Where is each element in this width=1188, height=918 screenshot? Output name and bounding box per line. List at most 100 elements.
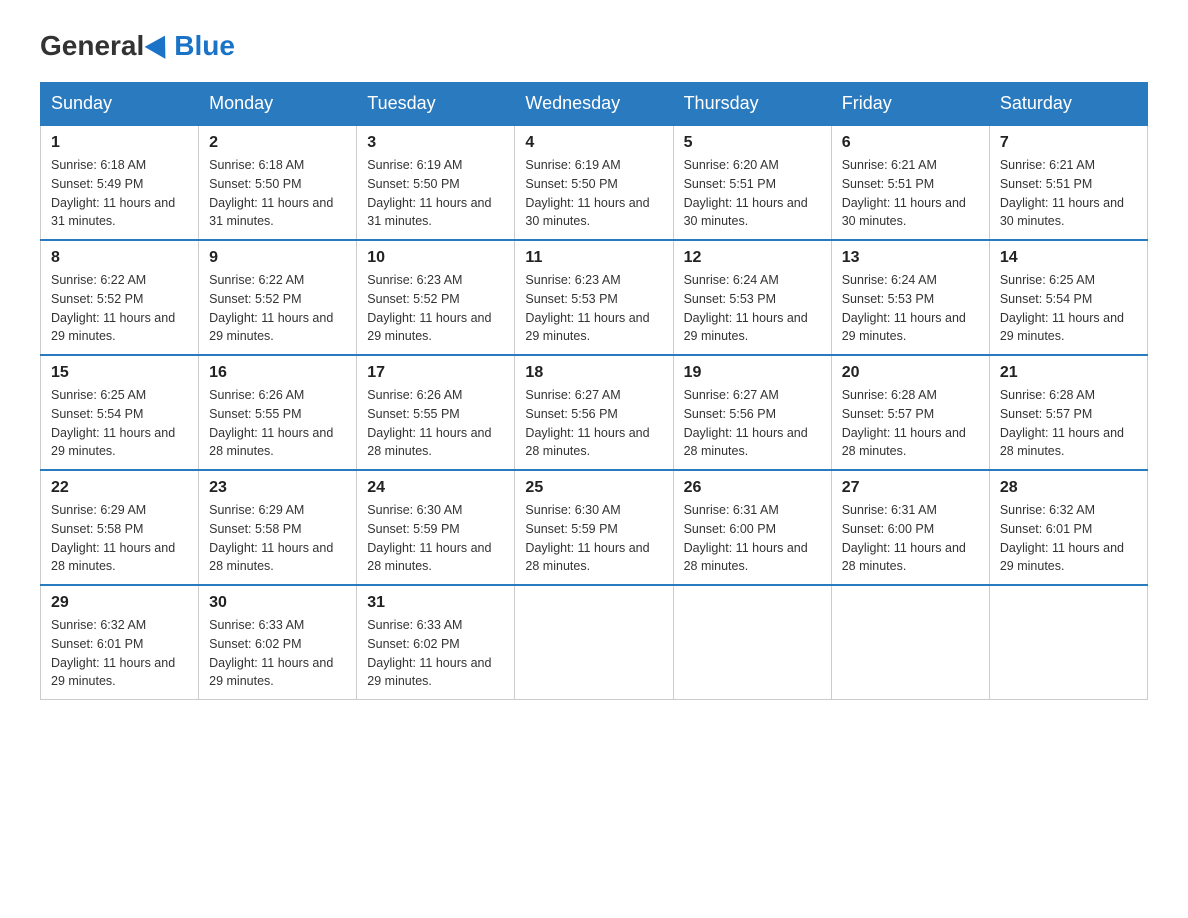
day-info: Sunrise: 6:31 AM Sunset: 6:00 PM Dayligh… bbox=[842, 501, 979, 576]
day-number: 31 bbox=[367, 594, 504, 612]
day-number: 21 bbox=[1000, 364, 1137, 382]
calendar-cell bbox=[515, 585, 673, 700]
day-number: 26 bbox=[684, 479, 821, 497]
day-number: 7 bbox=[1000, 134, 1137, 152]
day-number: 4 bbox=[525, 134, 662, 152]
day-info: Sunrise: 6:25 AM Sunset: 5:54 PM Dayligh… bbox=[51, 386, 188, 461]
day-number: 24 bbox=[367, 479, 504, 497]
calendar-cell: 3 Sunrise: 6:19 AM Sunset: 5:50 PM Dayli… bbox=[357, 125, 515, 240]
day-number: 18 bbox=[525, 364, 662, 382]
day-info: Sunrise: 6:22 AM Sunset: 5:52 PM Dayligh… bbox=[51, 271, 188, 346]
calendar-cell: 11 Sunrise: 6:23 AM Sunset: 5:53 PM Dayl… bbox=[515, 240, 673, 355]
calendar-cell: 1 Sunrise: 6:18 AM Sunset: 5:49 PM Dayli… bbox=[41, 125, 199, 240]
day-info: Sunrise: 6:33 AM Sunset: 6:02 PM Dayligh… bbox=[209, 616, 346, 691]
day-info: Sunrise: 6:24 AM Sunset: 5:53 PM Dayligh… bbox=[842, 271, 979, 346]
calendar-cell bbox=[831, 585, 989, 700]
day-info: Sunrise: 6:23 AM Sunset: 5:53 PM Dayligh… bbox=[525, 271, 662, 346]
weekday-header-wednesday: Wednesday bbox=[515, 83, 673, 126]
day-number: 25 bbox=[525, 479, 662, 497]
page-header: General Blue bbox=[40, 30, 1148, 62]
day-info: Sunrise: 6:22 AM Sunset: 5:52 PM Dayligh… bbox=[209, 271, 346, 346]
day-number: 14 bbox=[1000, 249, 1137, 267]
day-info: Sunrise: 6:18 AM Sunset: 5:49 PM Dayligh… bbox=[51, 156, 188, 231]
day-number: 19 bbox=[684, 364, 821, 382]
calendar-cell: 24 Sunrise: 6:30 AM Sunset: 5:59 PM Dayl… bbox=[357, 470, 515, 585]
logo-triangle-icon bbox=[145, 30, 176, 59]
day-number: 27 bbox=[842, 479, 979, 497]
day-info: Sunrise: 6:26 AM Sunset: 5:55 PM Dayligh… bbox=[209, 386, 346, 461]
calendar-cell: 4 Sunrise: 6:19 AM Sunset: 5:50 PM Dayli… bbox=[515, 125, 673, 240]
calendar-cell: 17 Sunrise: 6:26 AM Sunset: 5:55 PM Dayl… bbox=[357, 355, 515, 470]
calendar-cell: 16 Sunrise: 6:26 AM Sunset: 5:55 PM Dayl… bbox=[199, 355, 357, 470]
calendar-cell: 9 Sunrise: 6:22 AM Sunset: 5:52 PM Dayli… bbox=[199, 240, 357, 355]
day-info: Sunrise: 6:32 AM Sunset: 6:01 PM Dayligh… bbox=[1000, 501, 1137, 576]
calendar-cell: 10 Sunrise: 6:23 AM Sunset: 5:52 PM Dayl… bbox=[357, 240, 515, 355]
day-info: Sunrise: 6:24 AM Sunset: 5:53 PM Dayligh… bbox=[684, 271, 821, 346]
weekday-header-monday: Monday bbox=[199, 83, 357, 126]
calendar-cell: 29 Sunrise: 6:32 AM Sunset: 6:01 PM Dayl… bbox=[41, 585, 199, 700]
calendar-cell: 12 Sunrise: 6:24 AM Sunset: 5:53 PM Dayl… bbox=[673, 240, 831, 355]
calendar-cell: 18 Sunrise: 6:27 AM Sunset: 5:56 PM Dayl… bbox=[515, 355, 673, 470]
calendar-cell: 6 Sunrise: 6:21 AM Sunset: 5:51 PM Dayli… bbox=[831, 125, 989, 240]
day-info: Sunrise: 6:25 AM Sunset: 5:54 PM Dayligh… bbox=[1000, 271, 1137, 346]
day-number: 3 bbox=[367, 134, 504, 152]
day-info: Sunrise: 6:19 AM Sunset: 5:50 PM Dayligh… bbox=[367, 156, 504, 231]
calendar-cell bbox=[673, 585, 831, 700]
day-info: Sunrise: 6:30 AM Sunset: 5:59 PM Dayligh… bbox=[525, 501, 662, 576]
calendar-cell: 21 Sunrise: 6:28 AM Sunset: 5:57 PM Dayl… bbox=[989, 355, 1147, 470]
day-info: Sunrise: 6:23 AM Sunset: 5:52 PM Dayligh… bbox=[367, 271, 504, 346]
day-number: 8 bbox=[51, 249, 188, 267]
day-info: Sunrise: 6:30 AM Sunset: 5:59 PM Dayligh… bbox=[367, 501, 504, 576]
calendar-cell: 28 Sunrise: 6:32 AM Sunset: 6:01 PM Dayl… bbox=[989, 470, 1147, 585]
calendar-cell: 2 Sunrise: 6:18 AM Sunset: 5:50 PM Dayli… bbox=[199, 125, 357, 240]
week-row-5: 29 Sunrise: 6:32 AM Sunset: 6:01 PM Dayl… bbox=[41, 585, 1148, 700]
calendar-cell: 7 Sunrise: 6:21 AM Sunset: 5:51 PM Dayli… bbox=[989, 125, 1147, 240]
calendar-cell: 13 Sunrise: 6:24 AM Sunset: 5:53 PM Dayl… bbox=[831, 240, 989, 355]
day-number: 1 bbox=[51, 134, 188, 152]
calendar-cell: 23 Sunrise: 6:29 AM Sunset: 5:58 PM Dayl… bbox=[199, 470, 357, 585]
day-number: 29 bbox=[51, 594, 188, 612]
day-info: Sunrise: 6:27 AM Sunset: 5:56 PM Dayligh… bbox=[684, 386, 821, 461]
calendar-cell: 25 Sunrise: 6:30 AM Sunset: 5:59 PM Dayl… bbox=[515, 470, 673, 585]
day-number: 12 bbox=[684, 249, 821, 267]
calendar-cell: 27 Sunrise: 6:31 AM Sunset: 6:00 PM Dayl… bbox=[831, 470, 989, 585]
calendar-cell: 5 Sunrise: 6:20 AM Sunset: 5:51 PM Dayli… bbox=[673, 125, 831, 240]
day-number: 5 bbox=[684, 134, 821, 152]
week-row-3: 15 Sunrise: 6:25 AM Sunset: 5:54 PM Dayl… bbox=[41, 355, 1148, 470]
day-info: Sunrise: 6:18 AM Sunset: 5:50 PM Dayligh… bbox=[209, 156, 346, 231]
day-info: Sunrise: 6:21 AM Sunset: 5:51 PM Dayligh… bbox=[1000, 156, 1137, 231]
day-info: Sunrise: 6:28 AM Sunset: 5:57 PM Dayligh… bbox=[1000, 386, 1137, 461]
day-number: 2 bbox=[209, 134, 346, 152]
day-number: 6 bbox=[842, 134, 979, 152]
day-info: Sunrise: 6:31 AM Sunset: 6:00 PM Dayligh… bbox=[684, 501, 821, 576]
day-info: Sunrise: 6:20 AM Sunset: 5:51 PM Dayligh… bbox=[684, 156, 821, 231]
weekday-header-saturday: Saturday bbox=[989, 83, 1147, 126]
calendar-cell: 14 Sunrise: 6:25 AM Sunset: 5:54 PM Dayl… bbox=[989, 240, 1147, 355]
weekday-header-friday: Friday bbox=[831, 83, 989, 126]
day-info: Sunrise: 6:28 AM Sunset: 5:57 PM Dayligh… bbox=[842, 386, 979, 461]
day-number: 30 bbox=[209, 594, 346, 612]
day-number: 15 bbox=[51, 364, 188, 382]
day-number: 11 bbox=[525, 249, 662, 267]
day-info: Sunrise: 6:21 AM Sunset: 5:51 PM Dayligh… bbox=[842, 156, 979, 231]
logo: General Blue bbox=[40, 30, 235, 62]
weekday-header-tuesday: Tuesday bbox=[357, 83, 515, 126]
calendar-cell: 19 Sunrise: 6:27 AM Sunset: 5:56 PM Dayl… bbox=[673, 355, 831, 470]
day-info: Sunrise: 6:33 AM Sunset: 6:02 PM Dayligh… bbox=[367, 616, 504, 691]
day-number: 16 bbox=[209, 364, 346, 382]
day-info: Sunrise: 6:29 AM Sunset: 5:58 PM Dayligh… bbox=[209, 501, 346, 576]
week-row-2: 8 Sunrise: 6:22 AM Sunset: 5:52 PM Dayli… bbox=[41, 240, 1148, 355]
week-row-4: 22 Sunrise: 6:29 AM Sunset: 5:58 PM Dayl… bbox=[41, 470, 1148, 585]
day-number: 10 bbox=[367, 249, 504, 267]
day-info: Sunrise: 6:27 AM Sunset: 5:56 PM Dayligh… bbox=[525, 386, 662, 461]
day-info: Sunrise: 6:19 AM Sunset: 5:50 PM Dayligh… bbox=[525, 156, 662, 231]
day-number: 20 bbox=[842, 364, 979, 382]
week-row-1: 1 Sunrise: 6:18 AM Sunset: 5:49 PM Dayli… bbox=[41, 125, 1148, 240]
weekday-header-sunday: Sunday bbox=[41, 83, 199, 126]
calendar-cell bbox=[989, 585, 1147, 700]
calendar-cell: 15 Sunrise: 6:25 AM Sunset: 5:54 PM Dayl… bbox=[41, 355, 199, 470]
calendar-cell: 26 Sunrise: 6:31 AM Sunset: 6:00 PM Dayl… bbox=[673, 470, 831, 585]
weekday-header-thursday: Thursday bbox=[673, 83, 831, 126]
day-number: 17 bbox=[367, 364, 504, 382]
calendar-cell: 8 Sunrise: 6:22 AM Sunset: 5:52 PM Dayli… bbox=[41, 240, 199, 355]
